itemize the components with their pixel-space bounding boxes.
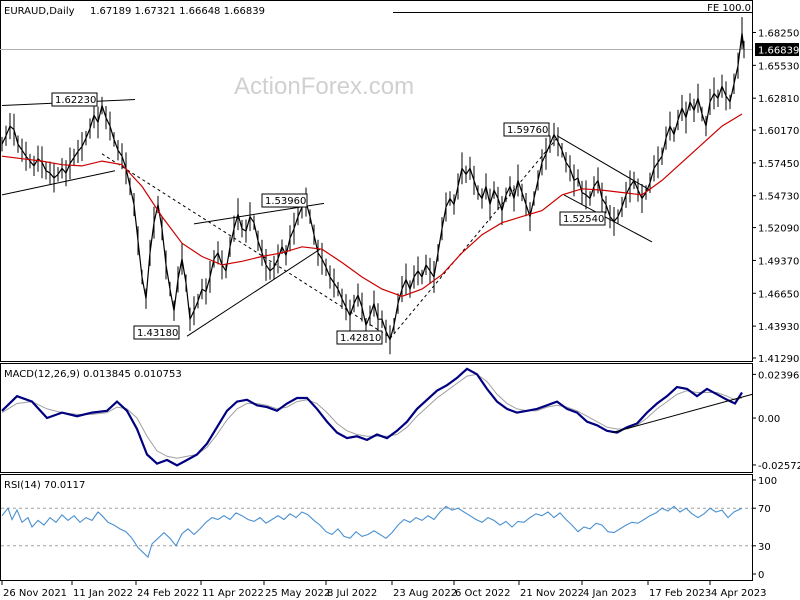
rsi-tick-label: 70 bbox=[758, 504, 771, 515]
macd-lines bbox=[1, 367, 753, 467]
x-tick-label: 17 Feb 2023 bbox=[649, 588, 711, 599]
x-axis: 26 Nov 2021 11 Jan 2022 24 Feb 2022 11 Apr … bbox=[1, 581, 766, 599]
x-tick-label: 4 Apr 2023 bbox=[711, 588, 766, 599]
x-tick-label: 11 Apr 2022 bbox=[202, 588, 264, 599]
x-tick-label: 25 May 2022 bbox=[265, 588, 330, 599]
x-tick-label: 11 Jan 2022 bbox=[73, 588, 133, 599]
annotation-label: 1.43180 bbox=[137, 328, 178, 339]
price-tick-label: 1.54730 bbox=[758, 192, 799, 203]
chart-symbol: EURAUD,Daily bbox=[4, 6, 75, 17]
annotation-label: 1.52540 bbox=[563, 214, 604, 225]
rsi-panel-frame bbox=[0, 474, 753, 581]
x-tick-label: 21 Nov 2022 bbox=[520, 588, 584, 599]
macd-tick-label: 0.00 bbox=[758, 414, 780, 425]
macd-tick-label: -0.025726 bbox=[758, 461, 800, 472]
price-tick-label: 1.65530 bbox=[758, 61, 799, 72]
price-tick-label: 1.41290 bbox=[758, 354, 799, 365]
x-tick-label: 24 Feb 2022 bbox=[137, 588, 199, 599]
price-tick-label: 1.60170 bbox=[758, 126, 799, 137]
price-tick-label: 1.52090 bbox=[758, 224, 799, 235]
price-lines bbox=[0, 12, 752, 355]
rsi-line bbox=[1, 505, 743, 559]
price-tick-label: 1.46650 bbox=[758, 289, 799, 300]
trendline bbox=[186, 248, 321, 337]
chart: EURAUD,Daily 1.67189 1.67321 1.66648 1.6… bbox=[0, 0, 800, 599]
rsi-y-axis: 100 70 30 0 bbox=[752, 476, 777, 581]
annotation-label: 1.53960 bbox=[265, 196, 306, 207]
macd-y-axis: 0.023963 0.00 -0.025726 bbox=[752, 370, 800, 472]
price-tick-label: 1.49370 bbox=[758, 256, 799, 267]
macd-signal-line bbox=[1, 373, 743, 459]
x-tick-label: 8 Jul 2022 bbox=[327, 588, 377, 599]
macd-label: MACD(12,26,9) 0.013845 0.010753 bbox=[4, 369, 182, 380]
price-tick-label: 1.62810 bbox=[758, 94, 799, 105]
x-tick-label: 4 Jan 2023 bbox=[583, 588, 637, 599]
price-tick-label: 1.57450 bbox=[758, 159, 799, 170]
x-tick-label: 26 Nov 2021 bbox=[3, 588, 67, 599]
x-tick-label: 23 Aug 2022 bbox=[393, 588, 457, 599]
watermark: ActionForex.com bbox=[234, 73, 414, 100]
ohlc-values: 1.67189 1.67321 1.66648 1.66839 bbox=[90, 6, 265, 17]
last-price-badge: 1.66839 bbox=[755, 43, 799, 57]
rsi-tick-label: 100 bbox=[758, 476, 777, 487]
price-tick-label: 1.43930 bbox=[758, 322, 799, 333]
x-tick-label: 6 Oct 2022 bbox=[455, 588, 510, 599]
annotation-label: 1.59760 bbox=[507, 125, 548, 136]
price-y-axis: 1.68250 1.65530 1.62810 1.60170 1.57450 1.547… bbox=[752, 28, 799, 365]
macd-trendline bbox=[611, 393, 753, 434]
trendline bbox=[556, 135, 651, 191]
moving-average bbox=[1, 113, 743, 297]
rsi-tick-label: 0 bbox=[758, 570, 764, 581]
macd-tick-label: 0.023963 bbox=[758, 370, 800, 381]
price-tick-label: 1.68250 bbox=[758, 28, 799, 39]
macd-line bbox=[1, 367, 743, 467]
rsi-label: RSI(14) 70.0117 bbox=[4, 480, 85, 491]
rsi-lines bbox=[1, 505, 752, 559]
annotation-label: 1.42810 bbox=[340, 333, 381, 344]
annotation-label: 1.62230 bbox=[55, 95, 96, 106]
price-bars bbox=[1, 17, 745, 355]
last-price-label: 1.66839 bbox=[758, 46, 799, 57]
rsi-tick-label: 30 bbox=[758, 542, 771, 553]
price-panel-frame bbox=[0, 0, 753, 362]
